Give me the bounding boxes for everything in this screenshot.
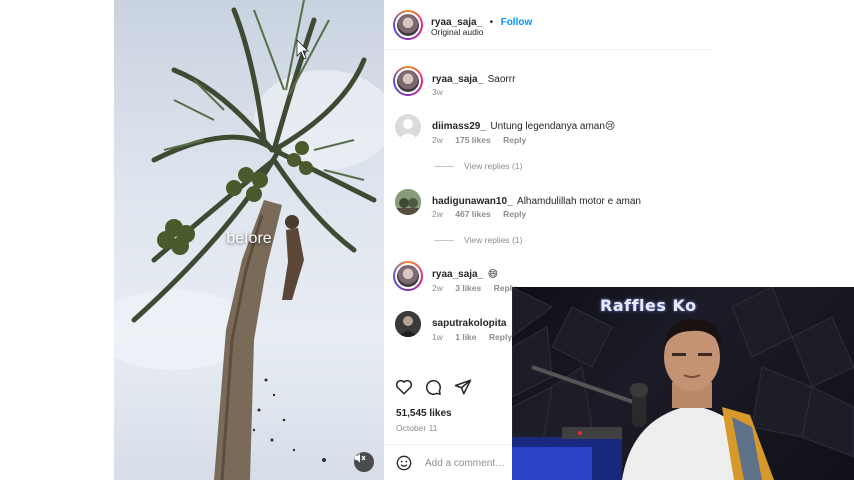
reply-button[interactable]: Reply bbox=[489, 332, 512, 342]
view-replies-button[interactable]: View replies (1) bbox=[434, 235, 522, 245]
comment-likes[interactable]: 3 likes bbox=[455, 283, 481, 293]
comment-text: 😄 bbox=[487, 269, 499, 280]
view-replies-label: View replies (1) bbox=[464, 235, 523, 245]
neon-sign: Raffles Ko bbox=[600, 296, 697, 315]
comment-username[interactable]: ryaa_saja_ bbox=[432, 74, 483, 85]
follow-button[interactable]: Follow bbox=[501, 17, 533, 28]
post-header: ryaa_saja_ • Follow Original audio bbox=[384, 0, 714, 50]
audio-label[interactable]: Original audio bbox=[431, 27, 483, 37]
comment-username[interactable]: saputrakolopita bbox=[432, 318, 506, 329]
comment-likes[interactable]: 175 likes bbox=[455, 135, 490, 145]
comment-body: hadigunawan10_ Alhamdulillah motor e ama… bbox=[432, 191, 641, 209]
reply-button[interactable]: Reply bbox=[503, 135, 526, 145]
avatar[interactable] bbox=[395, 189, 421, 215]
speaker-muted-icon[interactable] bbox=[354, 452, 374, 472]
comment-likes[interactable]: 1 like bbox=[455, 332, 476, 342]
comment-text: Untung legendanya aman😢 bbox=[490, 121, 616, 132]
add-comment-input[interactable]: Add a comment… bbox=[425, 458, 505, 469]
comment-time: 2w bbox=[432, 283, 443, 293]
reply-button[interactable]: Reply bbox=[503, 209, 526, 219]
comment-username[interactable]: ryaa_saja_ bbox=[432, 269, 483, 280]
avatar[interactable] bbox=[395, 114, 421, 140]
avatar[interactable] bbox=[393, 10, 423, 40]
comment-username[interactable]: hadigunawan10_ bbox=[432, 196, 513, 207]
avatar[interactable] bbox=[395, 311, 421, 337]
avatar[interactable] bbox=[393, 261, 423, 291]
reel-video[interactable]: before bbox=[114, 0, 384, 480]
share-icon[interactable] bbox=[454, 378, 472, 396]
comment-body: saputrakolopita bbox=[432, 313, 506, 331]
webcam-overlay: Raffles Ko bbox=[512, 287, 854, 480]
post-date: October 11 bbox=[396, 423, 438, 433]
heart-icon[interactable] bbox=[395, 378, 413, 396]
comment-icon[interactable] bbox=[424, 378, 442, 396]
separator-dot: • bbox=[489, 17, 494, 28]
comment-text: Saorrr bbox=[487, 74, 516, 85]
likes-count[interactable]: 51,545 likes bbox=[396, 408, 452, 419]
view-replies-label: View replies (1) bbox=[464, 161, 523, 171]
streamer-image bbox=[512, 287, 854, 480]
comment-body: ryaa_saja_ 😄 bbox=[432, 264, 498, 282]
comment-likes[interactable]: 467 likes bbox=[455, 209, 490, 219]
avatar[interactable] bbox=[393, 66, 423, 96]
comment-username[interactable]: diimass29_ bbox=[432, 121, 486, 132]
comment-time: 3w bbox=[432, 87, 443, 97]
comment-body: diimass29_ Untung legendanya aman😢 bbox=[432, 116, 615, 134]
comment-body: ryaa_saja_ Saorrr bbox=[432, 69, 515, 87]
comment-time: 2w bbox=[432, 135, 443, 145]
comment-text: Alhamdulillah motor e aman bbox=[517, 196, 641, 207]
view-replies-button[interactable]: View replies (1) bbox=[434, 161, 522, 171]
comment-time: 2w bbox=[432, 209, 443, 219]
emoji-icon[interactable] bbox=[396, 455, 412, 471]
video-caption: before bbox=[226, 230, 272, 247]
comment-time: 1w bbox=[432, 332, 443, 342]
